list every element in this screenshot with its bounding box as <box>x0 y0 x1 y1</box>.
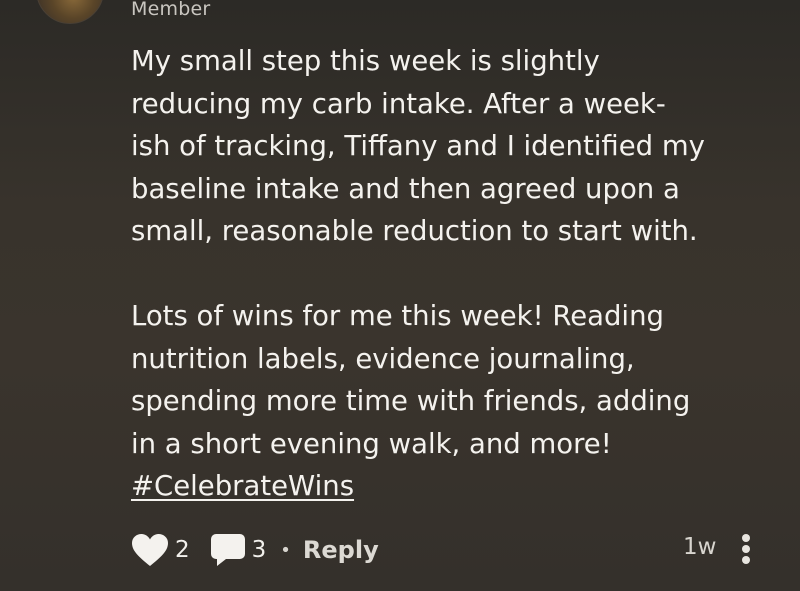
reply-button[interactable]: Reply <box>303 536 379 564</box>
post-actions: 2 3 • Reply <box>131 528 771 572</box>
hashtag-link[interactable]: #CelebrateWins <box>131 465 354 508</box>
comment-icon <box>210 533 246 567</box>
comment-button[interactable]: 3 <box>210 533 267 567</box>
like-count: 2 <box>175 537 190 563</box>
separator-dot: • <box>280 539 291 561</box>
post-timestamp: 1w <box>683 534 717 560</box>
author-role: Member <box>131 0 211 20</box>
post-paragraph-2: Lots of wins for me this week! Reading n… <box>131 300 691 460</box>
post-body: My small step this week is slightly redu… <box>131 40 781 508</box>
heart-icon <box>131 533 169 567</box>
more-vertical-icon[interactable] <box>741 532 751 566</box>
post-paragraph-1: My small step this week is slightly redu… <box>131 45 705 247</box>
avatar[interactable] <box>36 0 104 24</box>
comment-count: 3 <box>251 537 267 563</box>
like-button[interactable]: 2 <box>131 533 190 567</box>
